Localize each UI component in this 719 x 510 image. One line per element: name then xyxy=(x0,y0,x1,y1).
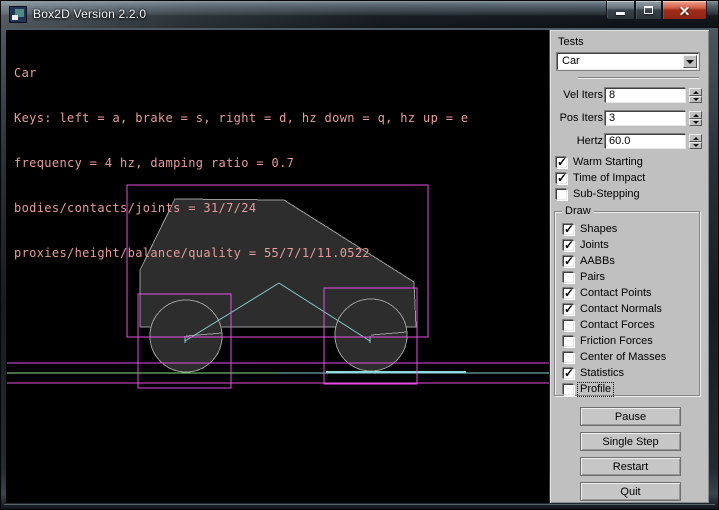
draw-contact-forces-label: Contact Forces xyxy=(580,319,655,332)
vel-iters-down-button[interactable] xyxy=(689,96,702,103)
hertz-input[interactable]: 60.0 xyxy=(605,134,686,149)
close-icon xyxy=(679,5,690,16)
checkbox-icon xyxy=(563,352,574,363)
checkbox-icon xyxy=(563,304,574,315)
hertz-spinner xyxy=(689,134,702,149)
info-line-frequency: frequency = 4 hz, damping ratio = 0.7 xyxy=(14,156,468,171)
tests-dropdown-button[interactable] xyxy=(683,55,697,68)
tests-dropdown[interactable]: Car xyxy=(557,53,699,70)
checkbox-icon xyxy=(563,384,574,395)
checkbox-icon xyxy=(563,336,574,347)
arrow-down-icon xyxy=(693,121,699,124)
arrow-up-icon xyxy=(693,91,699,94)
hertz-down-button[interactable] xyxy=(689,142,702,149)
maximize-button[interactable] xyxy=(635,1,662,20)
checkbox-icon xyxy=(563,272,574,283)
maximize-icon xyxy=(644,6,653,14)
arrow-down-icon xyxy=(693,144,699,147)
info-line-keys: Keys: left = a, brake = s, right = d, hz… xyxy=(14,111,468,126)
app-icon xyxy=(10,7,26,22)
tests-selected-value: Car xyxy=(562,55,580,68)
close-button[interactable] xyxy=(662,1,707,20)
app-window: Box2D Version 2.2.0 xyxy=(0,0,719,510)
draw-pairs-label: Pairs xyxy=(580,271,605,284)
checkbox-icon xyxy=(563,256,574,267)
draw-statistics-label: Statistics xyxy=(580,367,624,380)
vel-iters-label: Vel Iters xyxy=(550,88,603,103)
pause-button[interactable]: Pause xyxy=(580,407,681,426)
pos-iters-spinner xyxy=(689,111,702,126)
chevron-down-icon xyxy=(686,60,694,64)
titlebar[interactable]: Box2D Version 2.2.0 xyxy=(1,1,719,28)
vel-iters-input[interactable]: 8 xyxy=(605,88,686,103)
checkbox-icon xyxy=(556,189,567,200)
draw-contact-points-label: Contact Points xyxy=(580,287,652,300)
checkbox-icon xyxy=(556,173,567,184)
pos-iters-up-button[interactable] xyxy=(689,111,702,119)
checkbox-icon xyxy=(563,224,574,235)
draw-contact-normals-label: Contact Normals xyxy=(580,303,662,316)
draw-joints-label: Joints xyxy=(580,239,609,252)
single-step-button[interactable]: Single Step xyxy=(580,432,681,451)
window-title: Box2D Version 2.2.0 xyxy=(33,7,146,21)
draw-profile-label: Profile xyxy=(578,383,613,396)
pos-iters-input[interactable]: 3 xyxy=(605,111,686,126)
caption-buttons xyxy=(606,1,707,20)
arrow-up-icon xyxy=(693,137,699,140)
draw-groupbox: Draw Shapes Joints AABBs Pairs Contact P… xyxy=(554,211,700,396)
pos-iters-label: Pos Iters xyxy=(550,111,603,126)
draw-aabbs-label: AABBs xyxy=(580,255,615,268)
arrow-down-icon xyxy=(693,98,699,101)
draw-group-title: Draw xyxy=(562,205,594,217)
restart-button[interactable]: Restart xyxy=(580,457,681,476)
control-panel: Tests Car Vel Iters 8 Pos Iters 3 Hertz … xyxy=(550,30,709,503)
checkbox-icon xyxy=(556,157,567,168)
checkbox-icon xyxy=(563,320,574,331)
checkbox-icon xyxy=(563,240,574,251)
draw-center-of-masses-label: Center of Masses xyxy=(580,351,666,364)
info-text-block: Car Keys: left = a, brake = s, right = d… xyxy=(14,36,468,291)
vel-iters-spinner xyxy=(689,88,702,103)
hertz-up-button[interactable] xyxy=(689,134,702,142)
draw-friction-forces-label: Friction Forces xyxy=(580,335,653,348)
hertz-label: Hertz xyxy=(550,134,603,149)
draw-shapes-label: Shapes xyxy=(580,223,617,236)
checkbox-icon xyxy=(563,368,574,379)
tests-label: Tests xyxy=(558,36,584,48)
pos-iters-down-button[interactable] xyxy=(689,119,702,126)
quit-button[interactable]: Quit xyxy=(580,482,681,501)
info-line-bodies: bodies/contacts/joints = 31/7/24 xyxy=(14,201,468,216)
warm-starting-label: Warm Starting xyxy=(573,156,643,169)
minimize-icon xyxy=(616,12,625,15)
info-line-proxies: proxies/height/balance/quality = 55/7/1/… xyxy=(14,246,468,261)
time-of-impact-label: Time of Impact xyxy=(573,172,645,185)
minimize-button[interactable] xyxy=(606,1,635,20)
physics-canvas[interactable]: Car Keys: left = a, brake = s, right = d… xyxy=(6,30,549,503)
separator-line xyxy=(578,77,699,79)
checkbox-icon xyxy=(563,288,574,299)
arrow-up-icon xyxy=(693,114,699,117)
info-line-test-name: Car xyxy=(14,66,468,81)
vel-iters-up-button[interactable] xyxy=(689,88,702,96)
sub-stepping-label: Sub-Stepping xyxy=(573,188,640,201)
